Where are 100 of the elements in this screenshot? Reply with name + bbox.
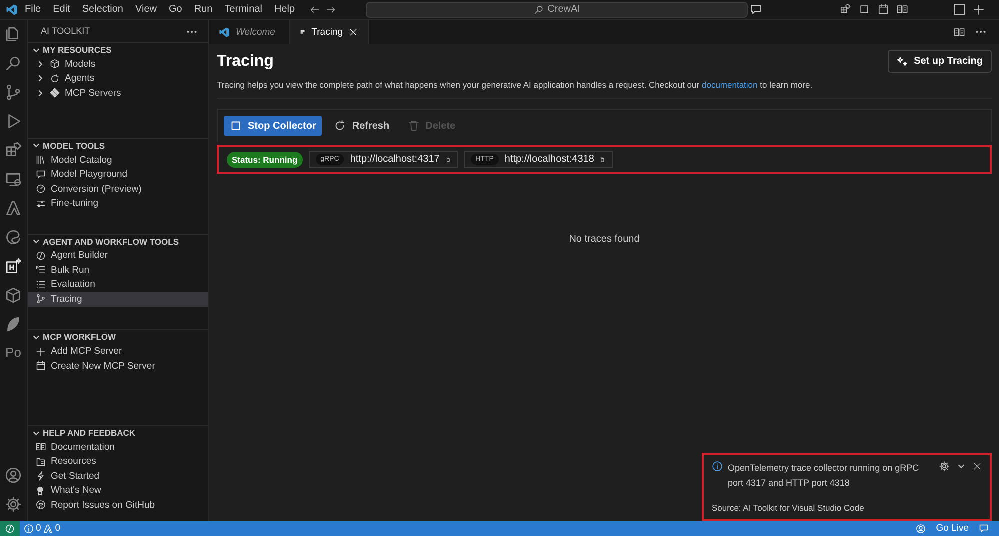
blocks-icon (840, 4, 851, 15)
activity-item[interactable]: Po (6, 345, 22, 360)
documentation-link[interactable]: documentation (702, 80, 758, 90)
menu-item[interactable]: Run (189, 3, 218, 16)
notification-message: OpenTelemetry trace collector running on gRPC port 4317 and HTTP port 4318 (728, 462, 920, 490)
close-icon (349, 28, 358, 36)
menu-item[interactable]: View (130, 3, 162, 16)
sidebar-item[interactable]: Models (28, 57, 208, 72)
menu-item[interactable]: Selection (77, 3, 128, 16)
sidebar-item[interactable]: Resources (28, 454, 208, 470)
copy-icon (600, 154, 606, 164)
toolkit-icon (5, 258, 22, 275)
setup-button[interactable]: Set up Tracing (888, 50, 992, 73)
section-header[interactable]: MY RESOURCES (28, 43, 208, 57)
problems-button[interactable]: 0 0 (20, 523, 61, 534)
books-icon (36, 155, 46, 166)
chevron-icon (32, 141, 41, 150)
settings-icon (5, 496, 22, 513)
section-header[interactable]: MCP WORKFLOW (28, 330, 208, 344)
search-icon (5, 55, 22, 72)
sidebar-item[interactable]: Add MCP Server (28, 344, 208, 359)
slashed-circle-icon (36, 250, 46, 261)
close-icon (973, 462, 982, 471)
square-icon (230, 120, 242, 132)
plus-icon (973, 4, 985, 16)
book-icon (954, 26, 965, 38)
section-header[interactable]: MODEL TOOLS (28, 138, 208, 153)
settings-icon (939, 461, 950, 472)
refresh-button[interactable]: Refresh (328, 116, 396, 136)
remote-button[interactable] (0, 521, 20, 536)
go-live-button[interactable]: Go Live (936, 523, 969, 534)
sidebar-item[interactable]: Conversion (Preview) (28, 182, 208, 196)
gauge-icon (36, 184, 46, 194)
sidebar-item[interactable]: Documentation (28, 440, 208, 455)
back-arrow-icon (310, 4, 320, 14)
menu-item[interactable]: File (20, 3, 46, 16)
calendar-icon (878, 4, 889, 15)
endpoint-url: http://localhost:4317 (350, 154, 440, 165)
account-icon (916, 524, 926, 534)
cube-icon (5, 287, 22, 304)
branch-icon (36, 294, 46, 304)
refresh-icon (50, 74, 60, 84)
sidebar-item[interactable]: What's New (28, 484, 208, 498)
search-icon (534, 4, 544, 14)
sidebar-item[interactable]: Report Issues on GitHub (28, 498, 208, 513)
account-icon (5, 467, 22, 484)
book-icon (897, 4, 908, 15)
sidebar-item[interactable]: Agent Builder (28, 248, 208, 264)
editor-tab[interactable]: Tracing (290, 20, 369, 44)
chat-icon (750, 4, 762, 16)
blocks-icon (5, 142, 22, 159)
info-icon (712, 461, 723, 472)
monitor-icon (5, 171, 22, 188)
menu-item[interactable]: Help (270, 3, 300, 16)
menu-item[interactable]: Go (164, 3, 188, 16)
folder-icon (36, 456, 46, 467)
notification-source: Source: AI Toolkit for Visual Studio Code (712, 503, 866, 513)
command-center[interactable]: CrewAI (366, 2, 748, 18)
list-icon (36, 280, 46, 290)
lightning-icon (36, 471, 46, 482)
sidebar-item[interactable]: Model Catalog (28, 152, 208, 168)
section-header[interactable]: HELP AND FEEDBACK (28, 426, 208, 440)
menu-item[interactable]: Terminal (220, 3, 268, 16)
list-play-icon (36, 265, 46, 276)
leaf-icon (5, 316, 22, 333)
plus-icon (36, 346, 46, 357)
chevron-icon (32, 237, 41, 246)
sidebar-item[interactable]: MCP Servers (28, 86, 208, 100)
book-icon (36, 442, 46, 452)
branch-icon (5, 84, 22, 101)
stop-button[interactable]: Stop Collector (224, 116, 322, 136)
diamonds-icon (50, 88, 60, 98)
vscode-icon (6, 4, 18, 16)
sidebar-item[interactable]: Create New MCP Server (28, 358, 208, 374)
sidebar-title: AI TOOLKIT (41, 26, 90, 38)
peak-icon (43, 524, 54, 534)
sidebar-item[interactable]: Bulk Run (28, 263, 208, 278)
sparkle-icon (897, 56, 908, 67)
peak-icon (5, 200, 22, 217)
sidebar-item[interactable]: Model Playground (28, 167, 208, 182)
refresh-icon (334, 120, 346, 132)
sidebar-item[interactable]: Agents (28, 72, 208, 86)
section-header[interactable]: AGENT AND WORKFLOW TOOLS (28, 234, 208, 249)
cube-icon (50, 59, 60, 70)
sidebar-item[interactable]: Fine-tuning (28, 196, 208, 211)
swirl-icon (5, 229, 22, 246)
status-badge: Status: Running (227, 152, 303, 168)
forward-arrow-icon (326, 4, 336, 14)
menu-item[interactable]: Edit (48, 3, 76, 16)
square-icon (859, 4, 870, 15)
maximize-icon[interactable] (954, 4, 965, 15)
page-title: Tracing (217, 52, 274, 70)
slashed-circle-icon (5, 524, 15, 534)
sidebar-item[interactable]: Get Started (28, 469, 208, 484)
sidebar-item[interactable]: Tracing (28, 292, 208, 307)
chat-icon (979, 524, 989, 534)
sidebar-item[interactable]: Evaluation (28, 278, 208, 292)
calendar-icon (36, 361, 46, 372)
chat-icon (36, 170, 46, 180)
endpoint-url: http://localhost:4318 (504, 154, 594, 165)
